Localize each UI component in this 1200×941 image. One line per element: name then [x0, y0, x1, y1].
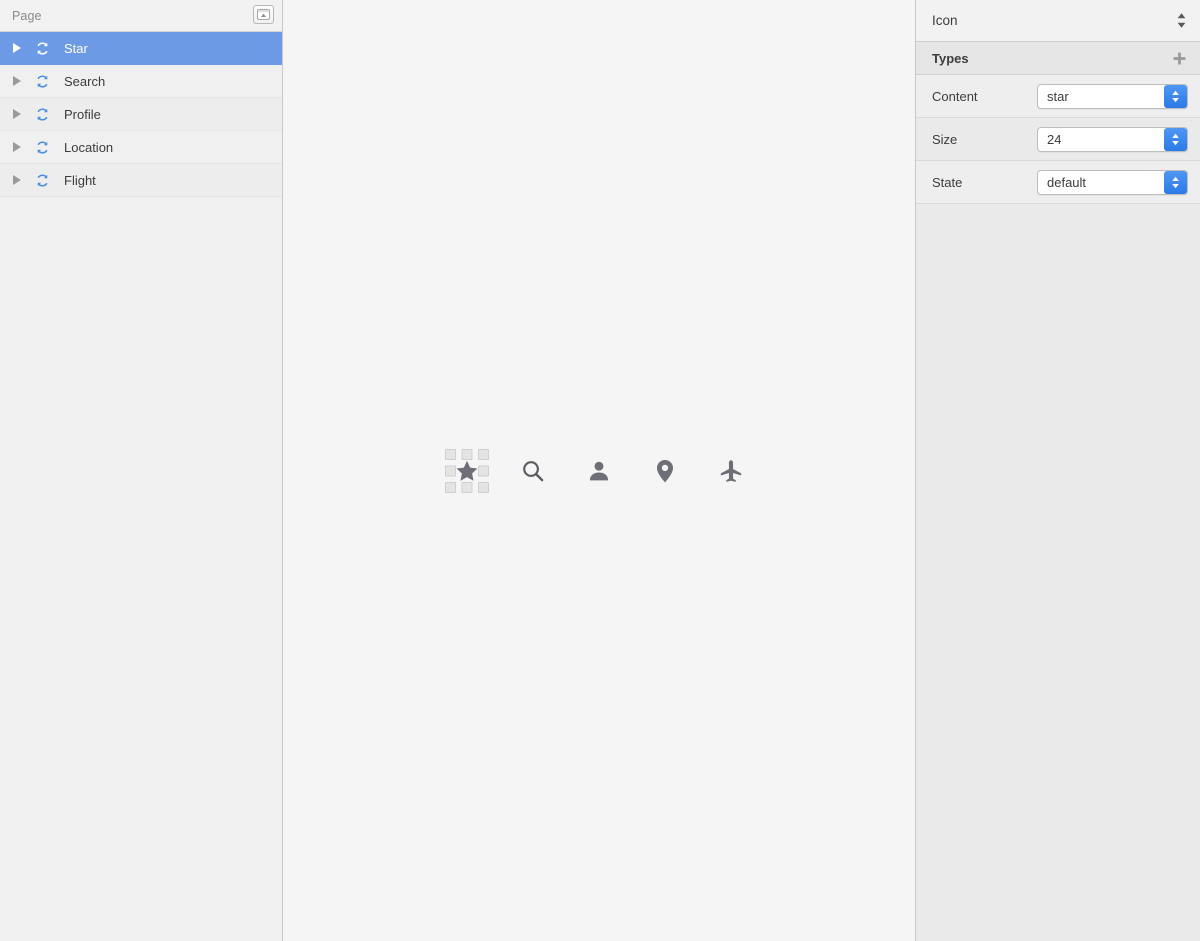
section-title: Types — [932, 50, 969, 66]
layers-sidebar: Page Star Search Profile Location Flight — [0, 0, 283, 941]
layer-label: Search — [64, 73, 106, 89]
sync-icon — [30, 40, 54, 57]
layer-label: Star — [64, 40, 88, 56]
sync-icon — [30, 172, 54, 189]
property-label: Content — [932, 88, 978, 104]
layer-row-flight[interactable]: Flight — [0, 164, 282, 197]
icon-cell-person[interactable] — [577, 449, 621, 493]
stepper-updown-icon[interactable] — [1175, 11, 1188, 30]
content-combobox[interactable]: star — [1037, 83, 1188, 109]
inspector-title: Icon — [932, 13, 958, 28]
resize-handle-top-left[interactable] — [445, 449, 456, 460]
state-combobox[interactable]: default — [1037, 169, 1188, 195]
chevron-right-icon[interactable] — [8, 109, 26, 119]
resize-handle-middle-right[interactable] — [478, 465, 489, 477]
property-row-size: Size 24 — [916, 118, 1200, 161]
property-row-state: State default — [916, 161, 1200, 204]
plus-icon[interactable] — [1172, 51, 1187, 66]
stepper-updown-icon[interactable] — [1164, 127, 1187, 151]
inspector-panel: Icon Types Content star Size 24 State de… — [916, 0, 1200, 941]
layer-row-location[interactable]: Location — [0, 131, 282, 164]
chevron-right-icon[interactable] — [8, 43, 26, 53]
resize-handle-bottom-right[interactable] — [478, 482, 489, 493]
sync-icon — [30, 73, 54, 90]
layer-list[interactable]: Star Search Profile Location Flight — [0, 32, 282, 941]
resize-handle-bottom-center[interactable] — [461, 482, 473, 493]
size-combobox[interactable]: 24 — [1037, 126, 1188, 152]
combobox-value: star — [1047, 88, 1069, 104]
resize-handle-top-right[interactable] — [478, 449, 489, 460]
property-label: Size — [932, 131, 958, 147]
collapse-panel-icon — [257, 9, 270, 20]
icon-cell-location[interactable] — [643, 449, 687, 493]
stepper-updown-icon[interactable] — [1164, 170, 1187, 194]
app-window: Page Star Search Profile Location Flight… — [0, 0, 1200, 941]
types-section-header: Types — [916, 42, 1200, 75]
icon-cell-search[interactable] — [511, 449, 555, 493]
inspector-empty-area — [916, 204, 1200, 941]
layer-row-search[interactable]: Search — [0, 65, 282, 98]
sidebar-header: Page — [0, 0, 282, 32]
design-canvas[interactable] — [283, 0, 916, 941]
layer-label: Flight — [64, 172, 96, 188]
sync-icon — [30, 106, 54, 123]
combobox-value: 24 — [1047, 131, 1062, 147]
star-icon — [454, 458, 480, 484]
chevron-right-icon[interactable] — [8, 142, 26, 152]
selection-frame — [445, 449, 489, 493]
icon-row — [445, 449, 753, 493]
chevron-right-icon[interactable] — [8, 175, 26, 185]
stepper-updown-icon[interactable] — [1164, 84, 1187, 108]
sync-icon — [30, 139, 54, 156]
layer-label: Location — [64, 139, 114, 155]
layer-row-profile[interactable]: Profile — [0, 98, 282, 131]
person-icon — [586, 458, 612, 484]
airplane-icon — [718, 458, 744, 484]
chevron-right-icon[interactable] — [8, 76, 26, 86]
combobox-value: default — [1047, 174, 1087, 190]
resize-handle-bottom-left[interactable] — [445, 482, 456, 493]
resize-handle-middle-left[interactable] — [445, 465, 456, 477]
property-label: State — [932, 174, 963, 190]
page-title: Page — [12, 8, 42, 23]
resize-handle-top-center[interactable] — [461, 449, 473, 460]
inspector-header[interactable]: Icon — [916, 0, 1200, 42]
layer-label: Profile — [64, 106, 101, 122]
property-row-content: Content star — [916, 75, 1200, 118]
icon-cell-airplane[interactable] — [709, 449, 753, 493]
collapse-panel-button[interactable] — [253, 5, 274, 24]
icon-cell-star[interactable] — [445, 449, 489, 493]
search-icon — [520, 458, 546, 484]
layer-row-star[interactable]: Star — [0, 32, 282, 65]
location-pin-icon — [652, 458, 678, 484]
